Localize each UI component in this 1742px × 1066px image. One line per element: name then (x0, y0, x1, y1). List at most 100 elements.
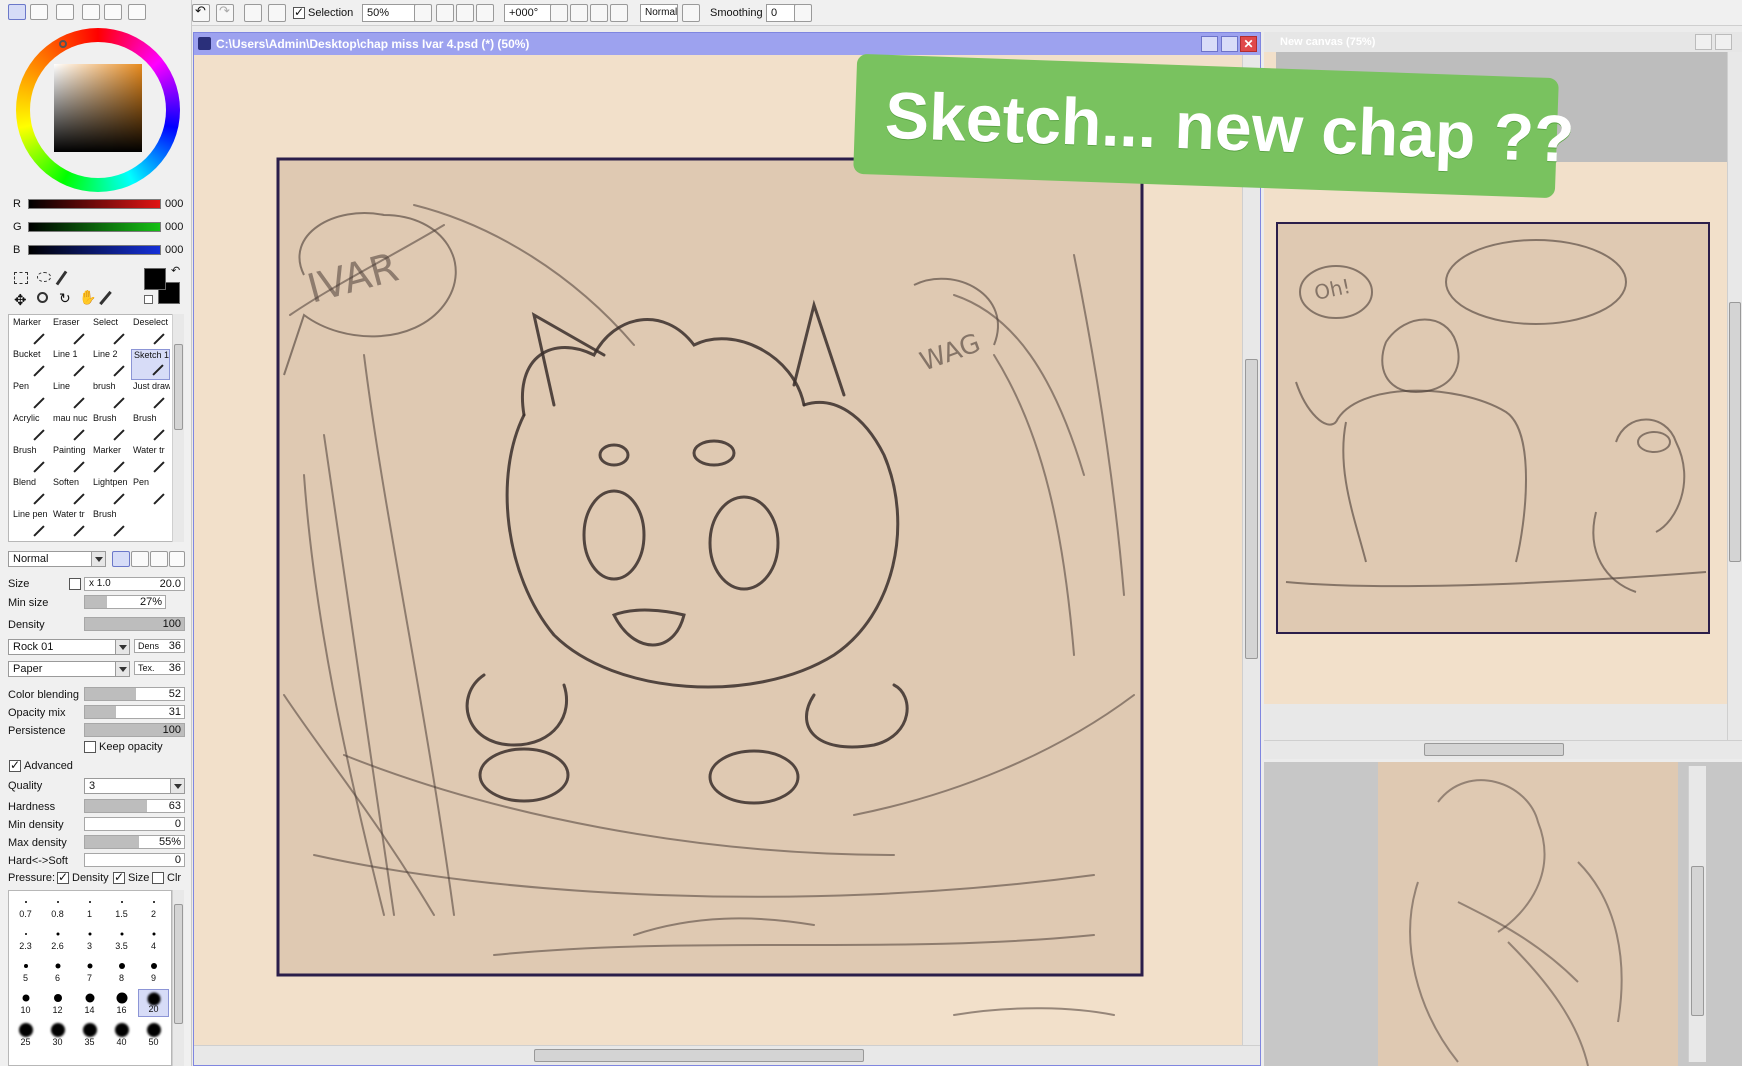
tool-grid-scrollbar[interactable] (172, 314, 184, 542)
texture1-select[interactable]: Rock 01 (8, 639, 130, 655)
hsv-slider-tab[interactable] (56, 4, 74, 20)
tool-bucket[interactable]: Bucket (11, 349, 50, 380)
close-button[interactable]: ✕ (1240, 36, 1257, 52)
secondary-vertical-scrollbar[interactable] (1727, 52, 1742, 740)
tool-water-tr[interactable]: Water tr (131, 445, 170, 476)
document-vertical-scrollbar[interactable] (1242, 55, 1260, 1045)
tool-just-draw[interactable]: Just draw (131, 381, 170, 412)
color-wheel-tab[interactable] (8, 4, 26, 20)
view-mode-field[interactable]: Normal (640, 4, 678, 22)
tool-line-pen[interactable]: Line pen (11, 509, 50, 540)
brush-shape-medium[interactable] (131, 551, 149, 567)
transparent-color-icon[interactable] (144, 295, 153, 304)
swap-colors-icon[interactable]: ↶ (171, 264, 180, 277)
opacity-mix-slider[interactable]: 31 (84, 705, 185, 719)
sketch-canvas[interactable]: IVAR WAG (194, 55, 1242, 1055)
tertiary-vertical-scrollbar[interactable] (1688, 766, 1706, 1062)
min-size-slider[interactable]: 27% (84, 595, 166, 609)
tool-acrylic[interactable]: Acrylic (11, 413, 50, 444)
tool-pen[interactable]: Pen (131, 477, 170, 508)
tool-brush[interactable]: Brush (91, 509, 130, 540)
selection-checkbox[interactable] (293, 5, 305, 19)
persistence-slider[interactable]: 100 (84, 723, 185, 737)
tool-brush[interactable]: Brush (91, 413, 130, 444)
rotate-icon[interactable]: ↻ (59, 292, 71, 306)
size-field[interactable]: x 1.0 20.0 (84, 577, 185, 591)
smoothing-dropdown[interactable] (794, 4, 812, 22)
tool-line-1[interactable]: Line 1 (51, 349, 90, 380)
scratchpad-tab[interactable] (128, 4, 146, 20)
channel-slider-g[interactable] (28, 222, 161, 232)
brush-size-2[interactable]: 2 (138, 893, 169, 921)
zoom-reset-button[interactable] (476, 4, 494, 22)
brush-size-3[interactable]: 3 (74, 925, 105, 953)
quality-select[interactable]: 3 (84, 778, 185, 794)
texture2-field[interactable]: Tex. 36 (134, 661, 185, 675)
brush-size-8[interactable]: 8 (106, 957, 137, 985)
tool-sketch-1[interactable]: Sketch 1 (131, 349, 170, 380)
advanced-checkbox[interactable] (9, 758, 21, 772)
palette-tab[interactable] (104, 4, 122, 20)
tool-line[interactable]: Line (51, 381, 90, 412)
tool-marker[interactable]: Marker (11, 317, 50, 348)
brush-size-20[interactable]: 20 (138, 989, 169, 1017)
tool-brush[interactable]: brush (91, 381, 130, 412)
tool-deselect[interactable]: Deselect (131, 317, 170, 348)
tool-marker[interactable]: Marker (91, 445, 130, 476)
hard-soft-slider[interactable]: 0 (84, 853, 185, 867)
zoom-icon[interactable] (37, 292, 48, 303)
tool-lightpen[interactable]: Lightpen (91, 477, 130, 508)
brush-size-9[interactable]: 9 (138, 957, 169, 985)
brush-size-0-8[interactable]: 0.8 (42, 893, 73, 921)
deselect-button[interactable] (244, 4, 262, 22)
brush-size-1[interactable]: 1 (74, 893, 105, 921)
brush-size-25[interactable]: 25 (10, 1021, 41, 1049)
tool-eraser[interactable]: Eraser (51, 317, 90, 348)
tool-pen[interactable]: Pen (11, 381, 50, 412)
zoom-in-button[interactable] (456, 4, 474, 22)
hue-marker[interactable] (59, 40, 67, 48)
brush-size-16[interactable]: 16 (106, 989, 137, 1017)
channel-slider-b[interactable] (28, 245, 161, 255)
pressure-size-checkbox[interactable] (113, 870, 125, 884)
minimize-button[interactable] (1201, 36, 1218, 52)
tool-brush[interactable]: Brush (131, 413, 170, 444)
brush-size-14[interactable]: 14 (74, 989, 105, 1017)
keep-opacity-checkbox[interactable] (84, 741, 96, 753)
brush-size-0-7[interactable]: 0.7 (10, 893, 41, 921)
secondary-horizontal-scrollbar[interactable] (1264, 740, 1742, 758)
brush-size-50[interactable]: 50 (138, 1021, 169, 1049)
tool-water-tr[interactable]: Water tr (51, 509, 90, 540)
channel-slider-r[interactable] (28, 199, 161, 209)
texture2-select[interactable]: Paper (8, 661, 130, 677)
tool-soften[interactable]: Soften (51, 477, 90, 508)
tool-painting[interactable]: Painting (51, 445, 90, 476)
rect-select-icon[interactable] (14, 272, 28, 284)
redo-button[interactable]: ↷ (216, 4, 234, 22)
brush-size-2-6[interactable]: 2.6 (42, 925, 73, 953)
maximize-button[interactable] (1221, 36, 1238, 52)
max-density-slider[interactable]: 55% (84, 835, 185, 849)
brush-size-5[interactable]: 5 (10, 957, 41, 985)
magic-wand-icon[interactable] (55, 270, 68, 286)
pressure-density-checkbox[interactable] (57, 870, 69, 884)
tool-mau-nuc[interactable]: mau nuc (51, 413, 90, 444)
hand-icon[interactable]: ✋ (79, 291, 96, 305)
rgb-slider-tab[interactable] (30, 4, 48, 20)
rotate-cw-button[interactable] (590, 4, 608, 22)
tool-line-2[interactable]: Line 2 (91, 349, 130, 380)
brush-size-scrollbar[interactable] (172, 890, 184, 1066)
texture1-density-field[interactable]: Dens 36 (134, 639, 185, 653)
rotate-reset-button[interactable] (610, 4, 628, 22)
brush-size-40[interactable]: 40 (106, 1021, 137, 1049)
zoom-dropdown[interactable] (414, 4, 432, 22)
brush-size-3-5[interactable]: 3.5 (106, 925, 137, 953)
brush-size-2-3[interactable]: 2.3 (10, 925, 41, 953)
invert-selection-button[interactable] (268, 4, 286, 22)
brush-size-6[interactable]: 6 (42, 957, 73, 985)
density-slider[interactable]: 100 (84, 617, 185, 631)
brush-size-4[interactable]: 4 (138, 925, 169, 953)
undo-button[interactable]: ↶ (192, 4, 210, 22)
color-blending-slider[interactable]: 52 (84, 687, 185, 701)
brush-size-7[interactable]: 7 (74, 957, 105, 985)
